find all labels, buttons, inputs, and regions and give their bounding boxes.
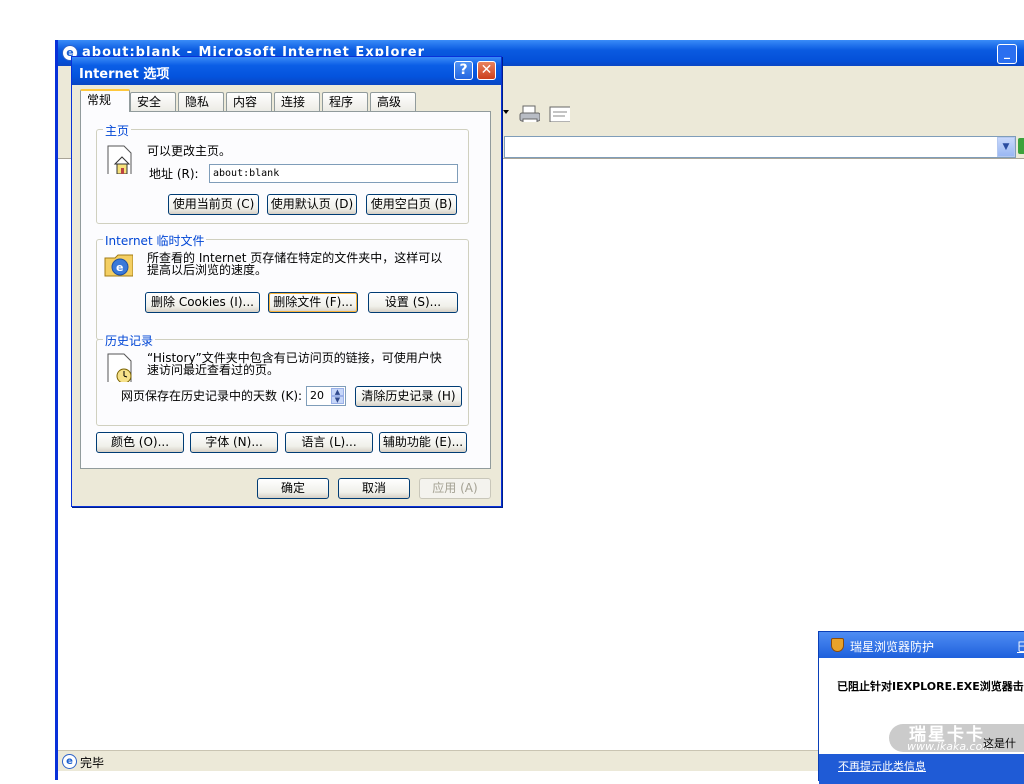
- tab-connections[interactable]: 连接: [274, 92, 320, 111]
- status-text: 完毕: [80, 756, 105, 770]
- accessibility-button[interactable]: 辅助功能 (E)...: [379, 432, 467, 453]
- edit-page-icon[interactable]: [548, 104, 570, 122]
- ie-address-field[interactable]: ▼: [504, 136, 1016, 158]
- address-label: 地址 (R):: [149, 167, 199, 181]
- apply-button[interactable]: 应用 (A): [419, 478, 491, 499]
- settings-button[interactable]: 设置 (S)...: [368, 292, 458, 313]
- shield-icon: [831, 638, 844, 652]
- tab-privacy[interactable]: 隐私: [178, 92, 224, 111]
- popup-close-link[interactable]: 巳: [1017, 638, 1024, 655]
- temp-files-legend: Internet 临时文件: [103, 232, 207, 249]
- fonts-button[interactable]: 字体 (N)...: [190, 432, 278, 453]
- delete-files-button[interactable]: 删除文件 (F)...: [268, 292, 358, 313]
- spin-down-icon[interactable]: ▼: [331, 396, 344, 404]
- history-icon: [107, 353, 132, 382]
- use-current-button[interactable]: 使用当前页 (C): [168, 194, 259, 215]
- ok-button[interactable]: 确定: [257, 478, 329, 499]
- clear-history-button[interactable]: 清除历史记录 (H): [355, 386, 462, 407]
- home-page-address-input[interactable]: [209, 164, 458, 183]
- tab-content[interactable]: 内容: [226, 92, 272, 111]
- print-icon[interactable]: [518, 104, 540, 122]
- watermark-url: www.ikaka.com: [907, 740, 994, 753]
- use-blank-button[interactable]: 使用空白页 (B): [366, 194, 457, 215]
- go-button[interactable]: [1018, 138, 1024, 154]
- tab-programs[interactable]: 程序: [322, 92, 368, 111]
- svg-text:e: e: [116, 261, 123, 274]
- popup-what-is-this-link[interactable]: 这是什: [983, 735, 1016, 751]
- general-tab-panel: 主页 可以更改主页。 地址 (R): 使用当前页 (C) 使用默认页 (D) 使…: [80, 111, 491, 469]
- cancel-button[interactable]: 取消: [338, 478, 410, 499]
- colors-button[interactable]: 颜色 (O)...: [96, 432, 184, 453]
- home-page-icon: [107, 145, 132, 174]
- temp-files-folder-icon: e: [104, 254, 133, 277]
- temp-files-description-2: 提高以后浏览的速度。: [147, 263, 268, 277]
- chevron-down-icon[interactable]: ▼: [997, 137, 1015, 157]
- tab-general[interactable]: 常规: [80, 89, 130, 112]
- delete-cookies-button[interactable]: 删除 Cookies (I)...: [145, 292, 260, 313]
- dont-show-again-link[interactable]: 不再提示此类信息: [838, 758, 926, 774]
- history-description-2: 速访问最近查看过的页。: [147, 363, 280, 377]
- ie-page-icon: e: [62, 754, 77, 769]
- internet-options-dialog: Internet 选项 ? ✕ 常规 安全 隐私 内容 连接 程序 高级 主页 …: [71, 56, 502, 507]
- close-button[interactable]: ✕: [477, 61, 496, 80]
- help-button[interactable]: ?: [454, 61, 473, 80]
- days-value[interactable]: 20: [310, 389, 324, 402]
- dialog-titlebar[interactable]: Internet 选项 ? ✕: [72, 57, 501, 85]
- popup-title: 瑞星浏览器防护: [850, 640, 935, 654]
- antivirus-popup: 瑞星浏览器防护 巳 已阻止针对IEXPLORE.EXE浏览器击 瑞星卡卡 www…: [818, 631, 1024, 784]
- tab-security[interactable]: 安全: [130, 92, 176, 111]
- popup-footer: 不再提示此类信息: [819, 754, 1024, 784]
- days-spinner[interactable]: 20 ▲ ▼: [306, 386, 346, 406]
- days-label: 网页保存在历史记录中的天数 (K):: [121, 389, 303, 403]
- tab-advanced[interactable]: 高级: [370, 92, 416, 111]
- home-page-legend: 主页: [103, 122, 132, 139]
- popup-message: 已阻止针对IEXPLORE.EXE浏览器击: [837, 680, 1024, 693]
- spin-up-icon[interactable]: ▲: [331, 388, 344, 396]
- languages-button[interactable]: 语言 (L)...: [285, 432, 373, 453]
- use-default-button[interactable]: 使用默认页 (D): [267, 194, 357, 215]
- minimize-button[interactable]: _: [997, 44, 1017, 64]
- history-legend: 历史记录: [103, 332, 156, 349]
- home-page-description: 可以更改主页。: [147, 144, 232, 158]
- dialog-title: Internet 选项: [79, 67, 170, 82]
- popup-titlebar: 瑞星浏览器防护 巳: [819, 632, 1024, 658]
